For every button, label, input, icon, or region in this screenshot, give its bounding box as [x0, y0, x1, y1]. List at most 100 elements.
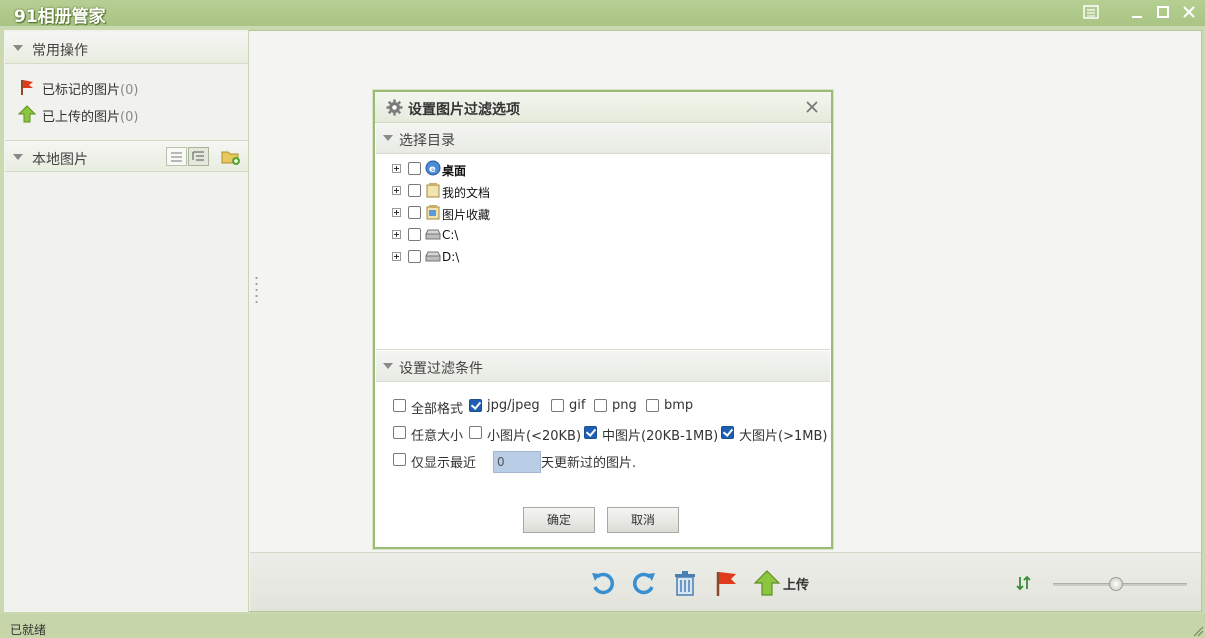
local-pictures-title: 本地图片	[32, 152, 88, 168]
app-title: 91相册管家	[14, 7, 106, 27]
checkbox[interactable]	[584, 426, 597, 439]
expand-icon[interactable]	[392, 230, 401, 239]
filter-conditions-header[interactable]: 设置过滤条件	[376, 351, 830, 382]
menu-icon-glyph	[1083, 5, 1099, 19]
resize-grip-icon[interactable]	[1192, 625, 1204, 637]
rotate-right-icon[interactable]	[630, 569, 658, 597]
close-icon	[806, 101, 818, 113]
red-flag-icon	[21, 80, 33, 95]
checkbox[interactable]	[393, 399, 406, 412]
minimize-button[interactable]	[1126, 2, 1148, 22]
drive-icon	[425, 251, 441, 262]
expand-icon[interactable]	[392, 208, 401, 217]
recent-options-row: 仅显示最近 天更新过的图片.	[393, 451, 823, 473]
select-directory-title: 选择目录	[399, 133, 455, 149]
maximize-button[interactable]	[1152, 2, 1174, 22]
list-view-button[interactable]	[166, 147, 187, 166]
directory-tree: e 桌面 我的文档 图片收藏 C:\ D:\	[376, 154, 830, 350]
upload-arrow-icon	[753, 570, 781, 596]
rotate-left-icon[interactable]	[589, 569, 617, 597]
recent-suffix-label: 天更新过的图片.	[541, 456, 637, 471]
tree-item-label: D:\	[442, 250, 460, 264]
checkbox[interactable]	[594, 399, 607, 412]
list-view-icon	[171, 152, 182, 162]
option-label: 任意大小	[411, 429, 464, 444]
size-options-row: 任意大小 小图片(<20KB) 中图片(20KB-1MB) 大图片(>1MB)	[393, 424, 827, 444]
expand-icon[interactable]	[392, 164, 401, 173]
option-label: 仅显示最近	[411, 456, 477, 471]
tree-checkbox[interactable]	[408, 228, 421, 241]
option-label: bmp	[664, 398, 694, 413]
desktop-icon: e	[425, 160, 441, 176]
option-label: 中图片(20KB-1MB)	[602, 429, 719, 444]
checkbox[interactable]	[469, 426, 482, 439]
filter-options-dialog: 设置图片过滤选项 选择目录 e 桌面 我的文档 图片收藏 C:\ D:\ 设置过…	[373, 90, 833, 549]
sidebar: 常用操作 已标记的图片(0) 已上传的图片(0) 本地图片	[4, 30, 249, 612]
option-label: png	[612, 398, 637, 413]
expand-icon[interactable]	[392, 186, 401, 195]
tree-view-button[interactable]	[188, 147, 209, 166]
close-button[interactable]	[1178, 2, 1200, 22]
sidebar-item-uploaded-count: (0)	[120, 110, 139, 125]
title-bar: 91相册管家	[0, 0, 1205, 27]
tree-checkbox[interactable]	[408, 206, 421, 219]
green-up-arrow-icon	[18, 105, 36, 123]
filter-conditions-title: 设置过滤条件	[399, 361, 483, 377]
tree-checkbox[interactable]	[408, 162, 421, 175]
upload-label: 上传	[783, 578, 810, 593]
sidebar-item-flagged-label: 已标记的图片	[42, 83, 121, 98]
sidebar-item-flagged-count: (0)	[120, 83, 139, 98]
select-directory-header[interactable]: 选择目录	[376, 123, 830, 154]
checkbox[interactable]	[721, 426, 734, 439]
option-label: 大图片(>1MB)	[739, 429, 828, 444]
sidebar-item-flagged-text: 已标记的图片(0)	[42, 79, 138, 98]
tree-view-icon	[192, 151, 204, 161]
tree-item-label: 我的文档	[442, 186, 491, 200]
zoom-slider-thumb[interactable]	[1108, 577, 1123, 591]
bottom-toolbar: 上传	[250, 552, 1201, 611]
collapse-triangle-icon	[383, 135, 393, 141]
sidebar-item-uploaded-text: 已上传的图片(0)	[42, 106, 138, 125]
cancel-button[interactable]: 取消	[607, 507, 679, 533]
sort-toggle-icon[interactable]	[1016, 575, 1032, 591]
drive-icon	[425, 229, 441, 240]
pictures-icon	[426, 205, 440, 220]
ok-button[interactable]: 确定	[523, 507, 595, 533]
common-actions-header[interactable]: 常用操作	[5, 32, 248, 64]
documents-icon	[426, 183, 440, 198]
close-icon	[1183, 6, 1195, 18]
common-actions-title: 常用操作	[32, 43, 88, 59]
tree-item-label: C:\	[442, 228, 459, 242]
dialog-close-button[interactable]	[805, 97, 819, 118]
checkbox[interactable]	[393, 426, 406, 439]
checkbox[interactable]	[646, 399, 659, 412]
add-folder-icon[interactable]	[221, 148, 241, 166]
tree-checkbox[interactable]	[408, 184, 421, 197]
option-label: gif	[569, 398, 586, 413]
svg-text:e: e	[429, 164, 436, 175]
local-pictures-header[interactable]: 本地图片	[5, 140, 248, 172]
checkbox[interactable]	[469, 399, 482, 412]
menu-icon[interactable]	[1080, 2, 1102, 22]
dialog-title-bar[interactable]: 设置图片过滤选项	[375, 92, 831, 123]
recent-days-input[interactable]	[493, 451, 541, 473]
sidebar-item-uploaded-label: 已上传的图片	[42, 110, 121, 125]
status-text: 已就绪	[10, 623, 47, 637]
option-label: jpg/jpeg	[487, 398, 540, 413]
gear-icon	[386, 99, 403, 116]
flag-icon[interactable]	[712, 569, 740, 597]
option-label: 全部格式	[411, 402, 464, 417]
checkbox[interactable]	[551, 399, 564, 412]
format-options-row: 全部格式 jpg/jpeg gif png bmp	[393, 397, 823, 417]
collapse-triangle-icon	[13, 154, 23, 160]
option-label: 小图片(<20KB)	[487, 429, 582, 444]
panel-splitter[interactable]	[255, 275, 258, 305]
checkbox[interactable]	[393, 453, 406, 466]
dialog-title: 设置图片过滤选项	[408, 102, 520, 118]
tree-checkbox[interactable]	[408, 250, 421, 263]
tree-item-label: 图片收藏	[442, 208, 491, 222]
tree-item-label: 桌面	[442, 164, 467, 178]
expand-icon[interactable]	[392, 252, 401, 261]
trash-icon[interactable]	[671, 569, 699, 597]
minimize-icon	[1132, 16, 1142, 18]
